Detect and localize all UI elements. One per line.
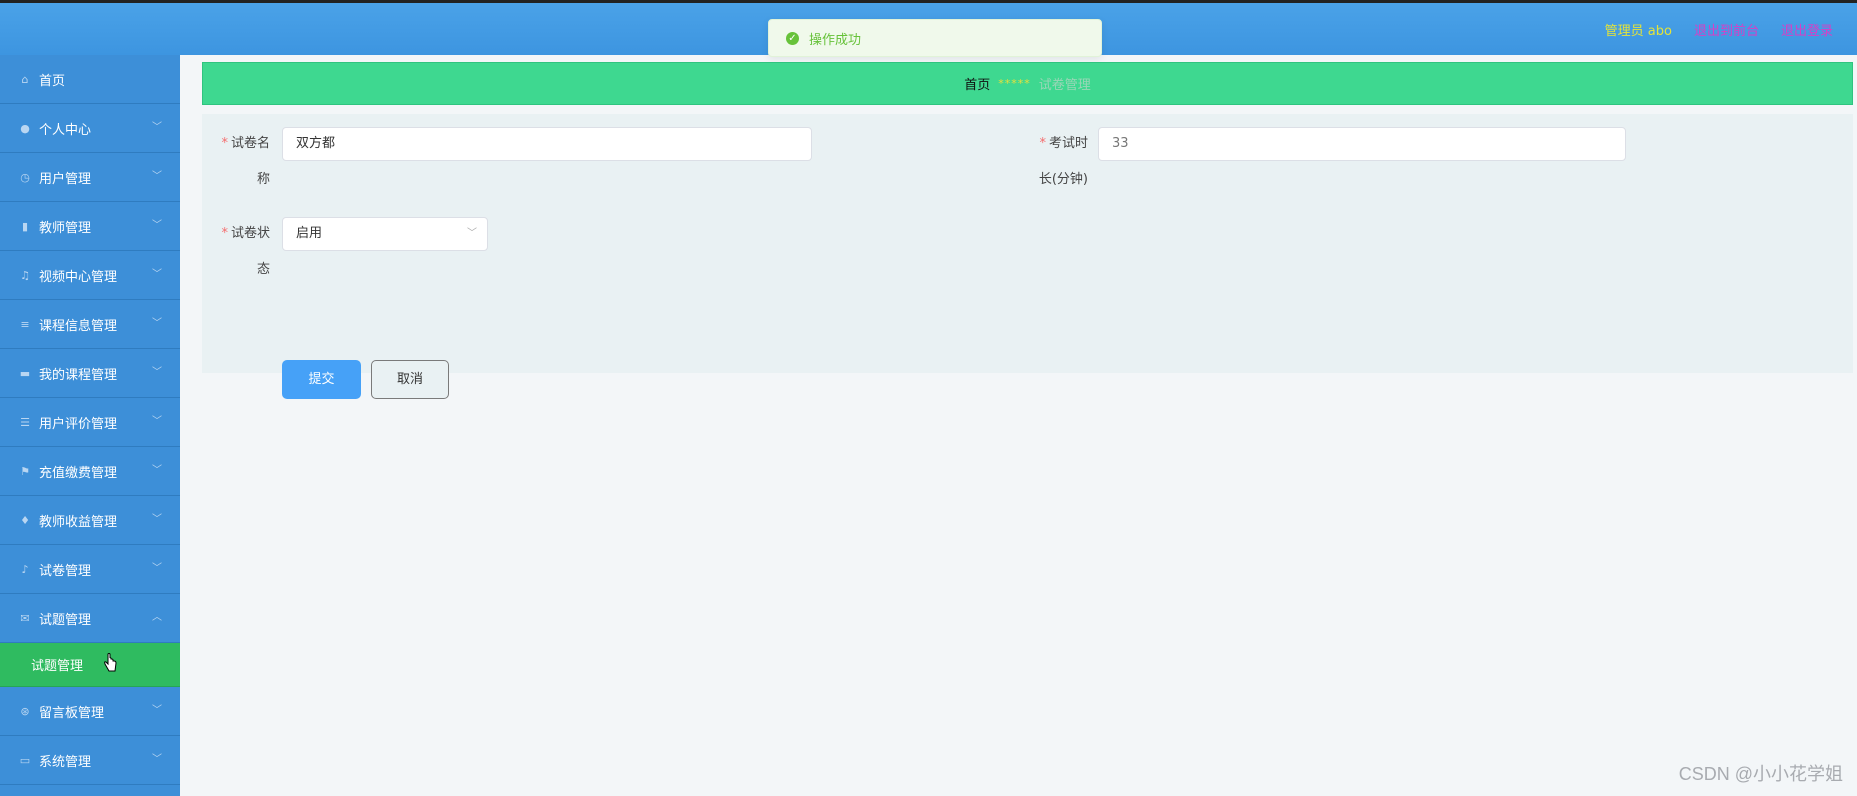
sidebar-item-label: 留言板管理 [39, 705, 105, 721]
sidebar-item-label: 个人中心 [39, 122, 92, 138]
sidebar-item-label: 教师收益管理 [39, 514, 118, 530]
breadcrumb: 首页 ***** 试卷管理 [202, 62, 1853, 105]
watermark: CSDN @小小花学姐 [1678, 764, 1843, 784]
sidebar-item-teacher-management[interactable]: ▮ 教师管理 ﹀ [0, 202, 180, 251]
mic-icon: ♪ [21, 562, 29, 576]
sidebar-item-exam-papers[interactable]: ♪ 试卷管理 ﹀ [0, 545, 180, 594]
mail-icon: ✉ [20, 611, 30, 625]
sidebar-item-message-board[interactable]: ⊛ 留言板管理 ﹀ [0, 687, 180, 736]
paper-name-label-cont: 称 [256, 172, 270, 187]
user-icon: ● [20, 121, 30, 135]
sidebar-item-label: 用户评价管理 [39, 416, 118, 432]
chevron-down-icon: ﹀ [152, 269, 162, 280]
sidebar-item-label: 试卷管理 [39, 563, 92, 579]
chevron-down-icon: ﹀ [152, 416, 162, 427]
sidebar-item-label: 视频中心管理 [39, 269, 118, 285]
sidebar-item-label: 试题管理 [39, 612, 92, 628]
submenu-item-label: 试题管理 [31, 659, 84, 674]
chevron-down-icon: ﹀ [152, 514, 162, 525]
chevron-down-icon: ﹀ [152, 754, 162, 765]
sidebar-item-label: 首页 [39, 73, 66, 89]
paper-status-label-cont: 态 [256, 262, 270, 277]
sidebar-item-label: 教师管理 [39, 220, 92, 236]
sidebar-item-label: 我的课程管理 [39, 367, 118, 383]
sidebar-item-user-management[interactable]: ◷ 用户管理 ﹀ [0, 153, 180, 202]
logout-link[interactable]: 退出登录 [1781, 20, 1833, 39]
chevron-down-icon: ﹀ [152, 367, 162, 378]
sidebar-item-personal-center[interactable]: ● 个人中心 ﹀ [0, 104, 180, 153]
paper-status-label: * 试卷状 [221, 226, 270, 241]
paper-status-value: 启用 [296, 226, 323, 241]
submenu-item-questions[interactable]: 试题管理 [0, 643, 180, 687]
sidebar-item-recharge[interactable]: ⚑ 充值缴费管理 ﹀ [0, 447, 180, 496]
exam-paper-form: * 试卷名 称 双方都 * 考试时 长(分钟) 33 * 试卷状 态 启用 ﹀ 提交 … [202, 114, 1853, 399]
sidebar-item-label: 课程信息管理 [39, 318, 118, 334]
admin-username: 管理员 abo [1604, 24, 1672, 39]
sidebar-item-course-info[interactable]: ≡ 课程信息管理 ﹀ [0, 300, 180, 349]
chevron-down-icon: ﹀ [467, 228, 477, 239]
success-toast: ✓ 操作成功 [768, 19, 1102, 57]
exam-duration-input[interactable]: 33 [1098, 127, 1626, 161]
monitor-icon: ▭ [19, 753, 31, 767]
sidebar-item-my-courses[interactable]: ▬ 我的课程管理 ﹀ [0, 349, 180, 398]
microphone-icon: ♦ [20, 513, 30, 527]
menu-icon: ≡ [20, 317, 30, 331]
check-circle-icon: ✓ [786, 31, 799, 45]
home-icon: ⌂ [21, 72, 29, 86]
sidebar-item-questions[interactable]: ✉ 试题管理 ︿ [0, 594, 180, 643]
sidebar-item-user-reviews[interactable]: ☰ 用户评价管理 ﹀ [0, 398, 180, 447]
breadcrumb-separator: ***** [998, 77, 1031, 90]
paper-name-input[interactable]: 双方都 [282, 127, 812, 161]
sidebar-item-label: 系统管理 [39, 754, 92, 770]
chevron-down-icon: ﹀ [152, 220, 162, 231]
ticket-icon: ▬ [19, 366, 31, 380]
globe-icon: ⊛ [20, 704, 30, 718]
sidebar-item-system[interactable]: ▭ 系统管理 ﹀ [0, 736, 180, 785]
chevron-down-icon: ﹀ [152, 318, 162, 329]
chevron-down-icon: ﹀ [152, 705, 162, 716]
exam-duration-label: * 考试时 [1039, 136, 1088, 151]
sliders-icon: ☰ [20, 415, 30, 429]
chevron-up-icon: ︿ [152, 612, 162, 623]
breadcrumb-home[interactable]: 首页 [964, 74, 990, 93]
chevron-down-icon: ﹀ [152, 465, 162, 476]
chevron-down-icon: ﹀ [152, 563, 162, 574]
submit-button[interactable]: 提交 [282, 360, 361, 399]
sidebar-item-video-center[interactable]: ♫ 视频中心管理 ﹀ [0, 251, 180, 300]
back-to-front-link[interactable]: 退出到前台 [1694, 20, 1759, 39]
top-links: 管理员 abo 退出到前台 退出登录 [1605, 20, 1833, 39]
sidebar-item-label: 用户管理 [39, 171, 92, 187]
bell-icon: ♫ [20, 268, 30, 282]
main-content: 首页 ***** 试卷管理 * 试卷名 称 双方都 * 考试时 长(分钟) 33 *… [180, 55, 1857, 796]
paper-name-label: * 试卷名 [221, 136, 270, 151]
sidebar-item-label: 充值缴费管理 [39, 465, 118, 481]
clipboard-icon: ▮ [21, 219, 29, 233]
exam-duration-label-cont: 长(分钟) [1038, 172, 1088, 187]
chevron-down-icon: ﹀ [152, 122, 162, 133]
toast-message: 操作成功 [809, 32, 862, 48]
flag-icon: ⚑ [20, 464, 30, 478]
chevron-down-icon: ﹀ [152, 171, 162, 182]
sidebar-item-home[interactable]: ⌂ 首页 [0, 55, 180, 104]
breadcrumb-current: 试卷管理 [1038, 78, 1091, 93]
sidebar: ⌂ 首页 ● 个人中心 ﹀ ◷ 用户管理 ﹀ ▮ 教师管理 ﹀ ♫ 视频中心管理… [0, 55, 180, 796]
cancel-button[interactable]: 取消 [371, 360, 449, 399]
paper-status-select[interactable]: 启用 ﹀ [282, 217, 488, 251]
sidebar-item-teacher-earnings[interactable]: ♦ 教师收益管理 ﹀ [0, 496, 180, 545]
clock-icon: ◷ [20, 170, 30, 184]
hand-cursor-icon [104, 653, 117, 672]
